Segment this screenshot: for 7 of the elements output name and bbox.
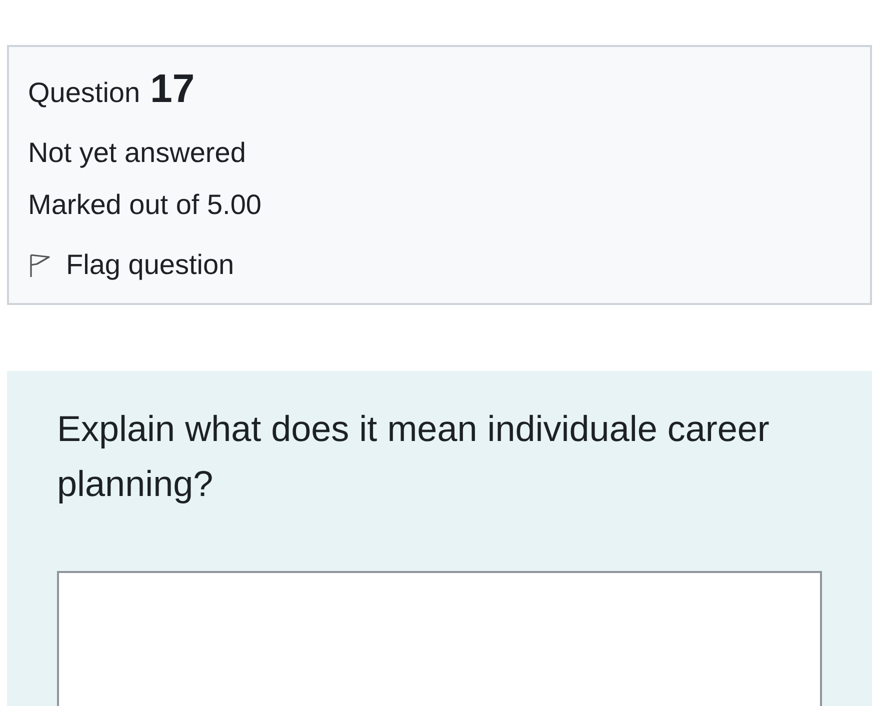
flag-icon[interactable] [28,252,52,278]
marks-text: Marked out of 5.00 [28,189,262,221]
question-text: Explain what does it mean individuale career planning? [57,407,770,506]
flag-question-link[interactable]: Flag question [66,249,234,281]
question-label: Question [28,77,140,109]
question-number: 17 [150,67,195,112]
answer-status: Not yet answered [28,137,247,169]
